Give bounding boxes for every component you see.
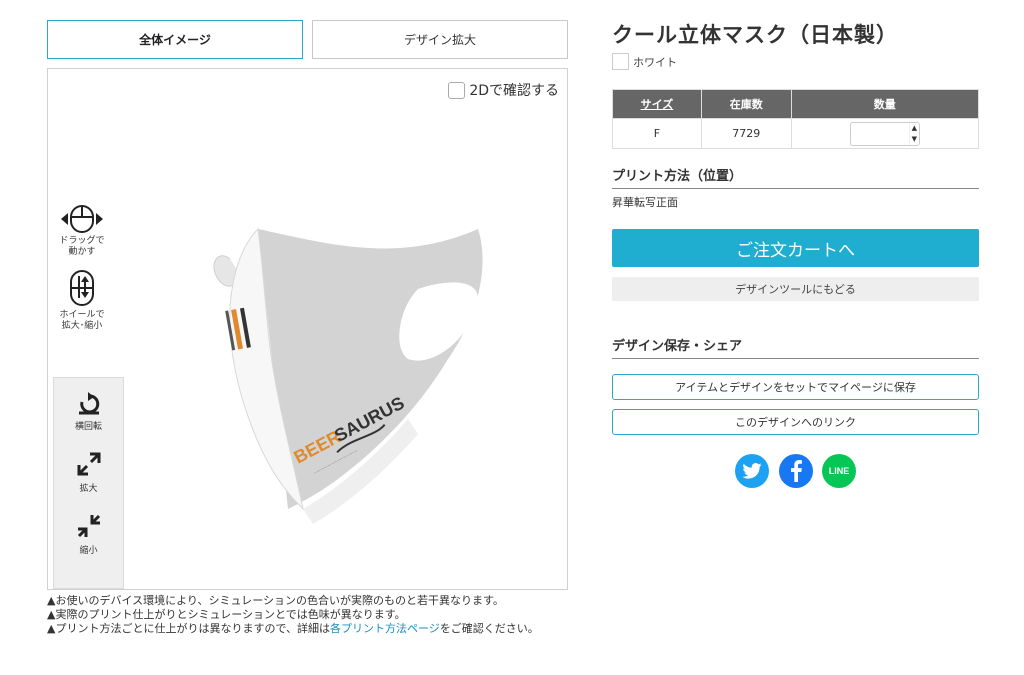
stock-header: 在庫数	[700, 89, 792, 119]
zoom-out-icon	[77, 514, 100, 538]
save-share-title: デザイン保存・シェア	[612, 335, 979, 359]
quantity-cell: ▲ ▼	[790, 118, 980, 149]
zoom-out-button[interactable]: 縮小	[54, 512, 123, 556]
color-name: ホワイト	[633, 55, 677, 69]
view-controls: 横回転 拡大 縮小	[53, 377, 124, 589]
help-icons: ドラッグで 動かす ホイールで 拡大･縮小	[48, 204, 116, 332]
print-method-title: プリント方法（位置）	[612, 165, 979, 189]
table-row: F 7729 ▲ ▼	[612, 118, 980, 149]
check-2d[interactable]: 2Dで確認する	[448, 80, 559, 100]
stepper-down-icon[interactable]: ▼	[912, 135, 917, 143]
rotate-icon	[78, 392, 99, 415]
size-cell: F	[612, 118, 702, 149]
zoom-in-button[interactable]: 拡大	[54, 450, 123, 494]
print-method-value: 昇華転写正面	[612, 196, 678, 209]
help-wheel-line1: ホイールで	[59, 310, 105, 320]
size-header[interactable]: サイズ	[612, 89, 702, 119]
save-to-mypage-button[interactable]: アイテムとデザインをセットでマイページに保存	[612, 374, 979, 400]
help-drag-line2: 動かす	[68, 247, 96, 257]
help-wheel-line2: 拡大･縮小	[61, 321, 103, 331]
zoom-in-icon	[77, 452, 100, 476]
check-2d-label: 2Dで確認する	[469, 83, 559, 99]
stepper-up-icon[interactable]: ▲	[912, 124, 917, 132]
back-to-design-button[interactable]: デザインツールにもどる	[612, 277, 979, 301]
facebook-share-button[interactable]	[779, 454, 813, 488]
facebook-icon	[791, 460, 802, 482]
design-link-button[interactable]: このデザインへのリンク	[612, 409, 979, 435]
help-drag: ドラッグで 動かす	[48, 204, 116, 258]
mouse-wheel-icon	[70, 270, 94, 306]
note-device: ▲お使いのデバイス環境により、シミュレーションの色合いが実際のものと若干異なりま…	[47, 594, 504, 607]
stock-table: サイズ 在庫数 数量 F 7729 ▲ ▼	[612, 89, 980, 149]
3d-viewer[interactable]: 2Dで確認する ドラッグで 動かす ホイールで 拡大･縮小 横回転 拡大 縮小 …	[47, 68, 568, 590]
zoom-in-label: 拡大	[79, 484, 98, 494]
notes: ▲お使いのデバイス環境により、シミュレーションの色合いが実際のものと若干異なりま…	[47, 595, 568, 637]
note-print-method: ▲プリント方法ごとに仕上がりは異なりますので、詳細は各プリント方法ページをご確認…	[47, 622, 539, 635]
note-print-color: ▲実際のプリント仕上がりとシミュレーションとでは色味が異なります。	[47, 608, 406, 621]
mask-preview[interactable]: BEER SAURUS ............................…	[178, 219, 508, 559]
view-tabs: 全体イメージ デザイン拡大	[47, 20, 568, 59]
help-drag-line1: ドラッグで	[59, 236, 105, 246]
zoom-out-label: 縮小	[79, 546, 98, 556]
twitter-share-button[interactable]	[735, 454, 769, 488]
quantity-header: 数量	[790, 89, 980, 119]
color-selector[interactable]: ホワイト	[612, 53, 677, 70]
cart-button[interactable]: ご注文カートへ	[612, 229, 979, 267]
color-swatch[interactable]	[612, 53, 629, 70]
check-2d-checkbox[interactable]	[448, 81, 466, 99]
tab-full-image[interactable]: 全体イメージ	[47, 20, 303, 59]
twitter-icon	[742, 463, 762, 479]
line-share-button[interactable]: LINE	[822, 454, 856, 488]
tab-design-zoom[interactable]: デザイン拡大	[312, 20, 568, 59]
help-wheel: ホイールで 拡大･縮小	[48, 268, 116, 332]
product-title: クール立体マスク（日本製）	[612, 23, 898, 47]
rotate-button[interactable]: 横回転	[54, 392, 123, 432]
print-method-link[interactable]: 各プリント方法ページ	[330, 622, 440, 635]
mouse-drag-icon	[61, 205, 103, 233]
quantity-stepper[interactable]: ▲ ▼	[849, 121, 920, 146]
stock-cell: 7729	[700, 118, 792, 149]
line-icon: LINE	[828, 466, 850, 476]
rotate-label: 横回転	[74, 422, 102, 432]
